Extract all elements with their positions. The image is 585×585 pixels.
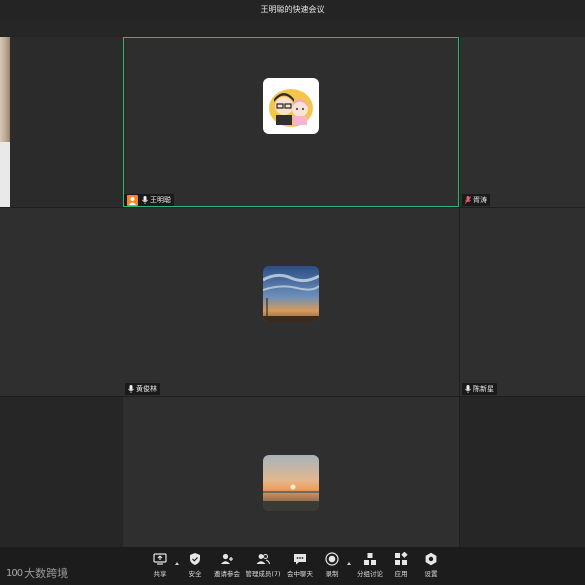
- logo-mark: 100: [6, 567, 23, 579]
- meeting-toolbar: 共享 安全 邀请参会 管理成员(7) 会中聊天 录制 分组讨论 应用 设置: [0, 547, 585, 585]
- name-tag: 胥涛: [462, 194, 490, 206]
- security-label: 安全: [188, 570, 202, 578]
- video-tile-empty-left: [0, 208, 123, 396]
- manage-label: 管理成员(7): [245, 570, 281, 578]
- security-button[interactable]: 安全: [183, 552, 207, 578]
- participant-name: 王明聪: [150, 196, 171, 204]
- record-button[interactable]: 录制: [320, 552, 344, 578]
- video-tile-left-partial[interactable]: [0, 37, 123, 207]
- record-label: 录制: [325, 570, 339, 578]
- window-title: 王明聪的快速会议: [0, 0, 585, 19]
- video-tile-huang-junlin[interactable]: 黄俊林: [123, 208, 459, 396]
- manage-participants-button[interactable]: 管理成员(7): [245, 552, 281, 578]
- microphone-icon: [465, 385, 471, 393]
- breakout-label: 分组讨论: [357, 570, 383, 578]
- share-button[interactable]: 共享: [148, 552, 172, 578]
- gear-icon: [425, 552, 437, 566]
- apps-icon: [395, 552, 408, 565]
- participant-avatar: [263, 266, 319, 322]
- video-tile-empty-bottom-left: [0, 397, 123, 547]
- record-options-caret[interactable]: [347, 562, 351, 565]
- logo-text: 大数跨境: [24, 567, 69, 580]
- muted-microphone-icon: [465, 196, 471, 204]
- video-tile-xu-tao[interactable]: 胥涛: [460, 37, 585, 207]
- chat-button[interactable]: 会中聊天: [287, 552, 313, 578]
- participant-name: 陈新星: [473, 385, 494, 393]
- video-tile-empty-bottom-right: [460, 397, 585, 547]
- brand-watermark: 100 大数跨境: [6, 565, 68, 581]
- share-label: 共享: [153, 570, 167, 578]
- microphone-icon: [128, 385, 134, 393]
- video-tile-wang-mingcong[interactable]: 王明聪: [123, 37, 459, 207]
- name-tag: 陈新星: [462, 383, 497, 395]
- participant-avatar: [263, 78, 319, 134]
- top-strip: [0, 19, 585, 37]
- chat-label: 会中聊天: [287, 570, 313, 578]
- host-icon: [127, 194, 138, 206]
- name-tag: 王明聪: [124, 194, 174, 206]
- settings-label: 设置: [424, 570, 438, 578]
- participant-name: 胥涛: [473, 196, 487, 204]
- apps-label: 应用: [394, 570, 408, 578]
- participant-avatar: [263, 455, 319, 511]
- microphone-icon: [142, 196, 148, 204]
- video-tile-chen-xinxing[interactable]: 陈新星: [460, 208, 585, 396]
- breakout-rooms-button[interactable]: 分组讨论: [355, 552, 385, 578]
- share-options-caret[interactable]: [175, 562, 179, 565]
- camera-feed-shirt: [0, 142, 10, 207]
- chat-icon: [294, 554, 306, 565]
- video-tile-bottom-center[interactable]: [123, 397, 459, 547]
- shield-icon: [190, 553, 200, 565]
- apps-button[interactable]: 应用: [390, 552, 412, 578]
- invite-button[interactable]: 邀请参会: [212, 552, 242, 578]
- invite-label: 邀请参会: [214, 570, 240, 578]
- name-tag: 黄俊林: [125, 383, 160, 395]
- record-icon: [325, 552, 339, 566]
- participant-name: 黄俊林: [136, 385, 157, 393]
- settings-button[interactable]: 设置: [420, 552, 442, 578]
- add-user-icon: [221, 553, 233, 564]
- participants-icon: [256, 554, 270, 565]
- breakout-rooms-icon: [364, 553, 376, 565]
- share-screen-icon: [153, 553, 167, 565]
